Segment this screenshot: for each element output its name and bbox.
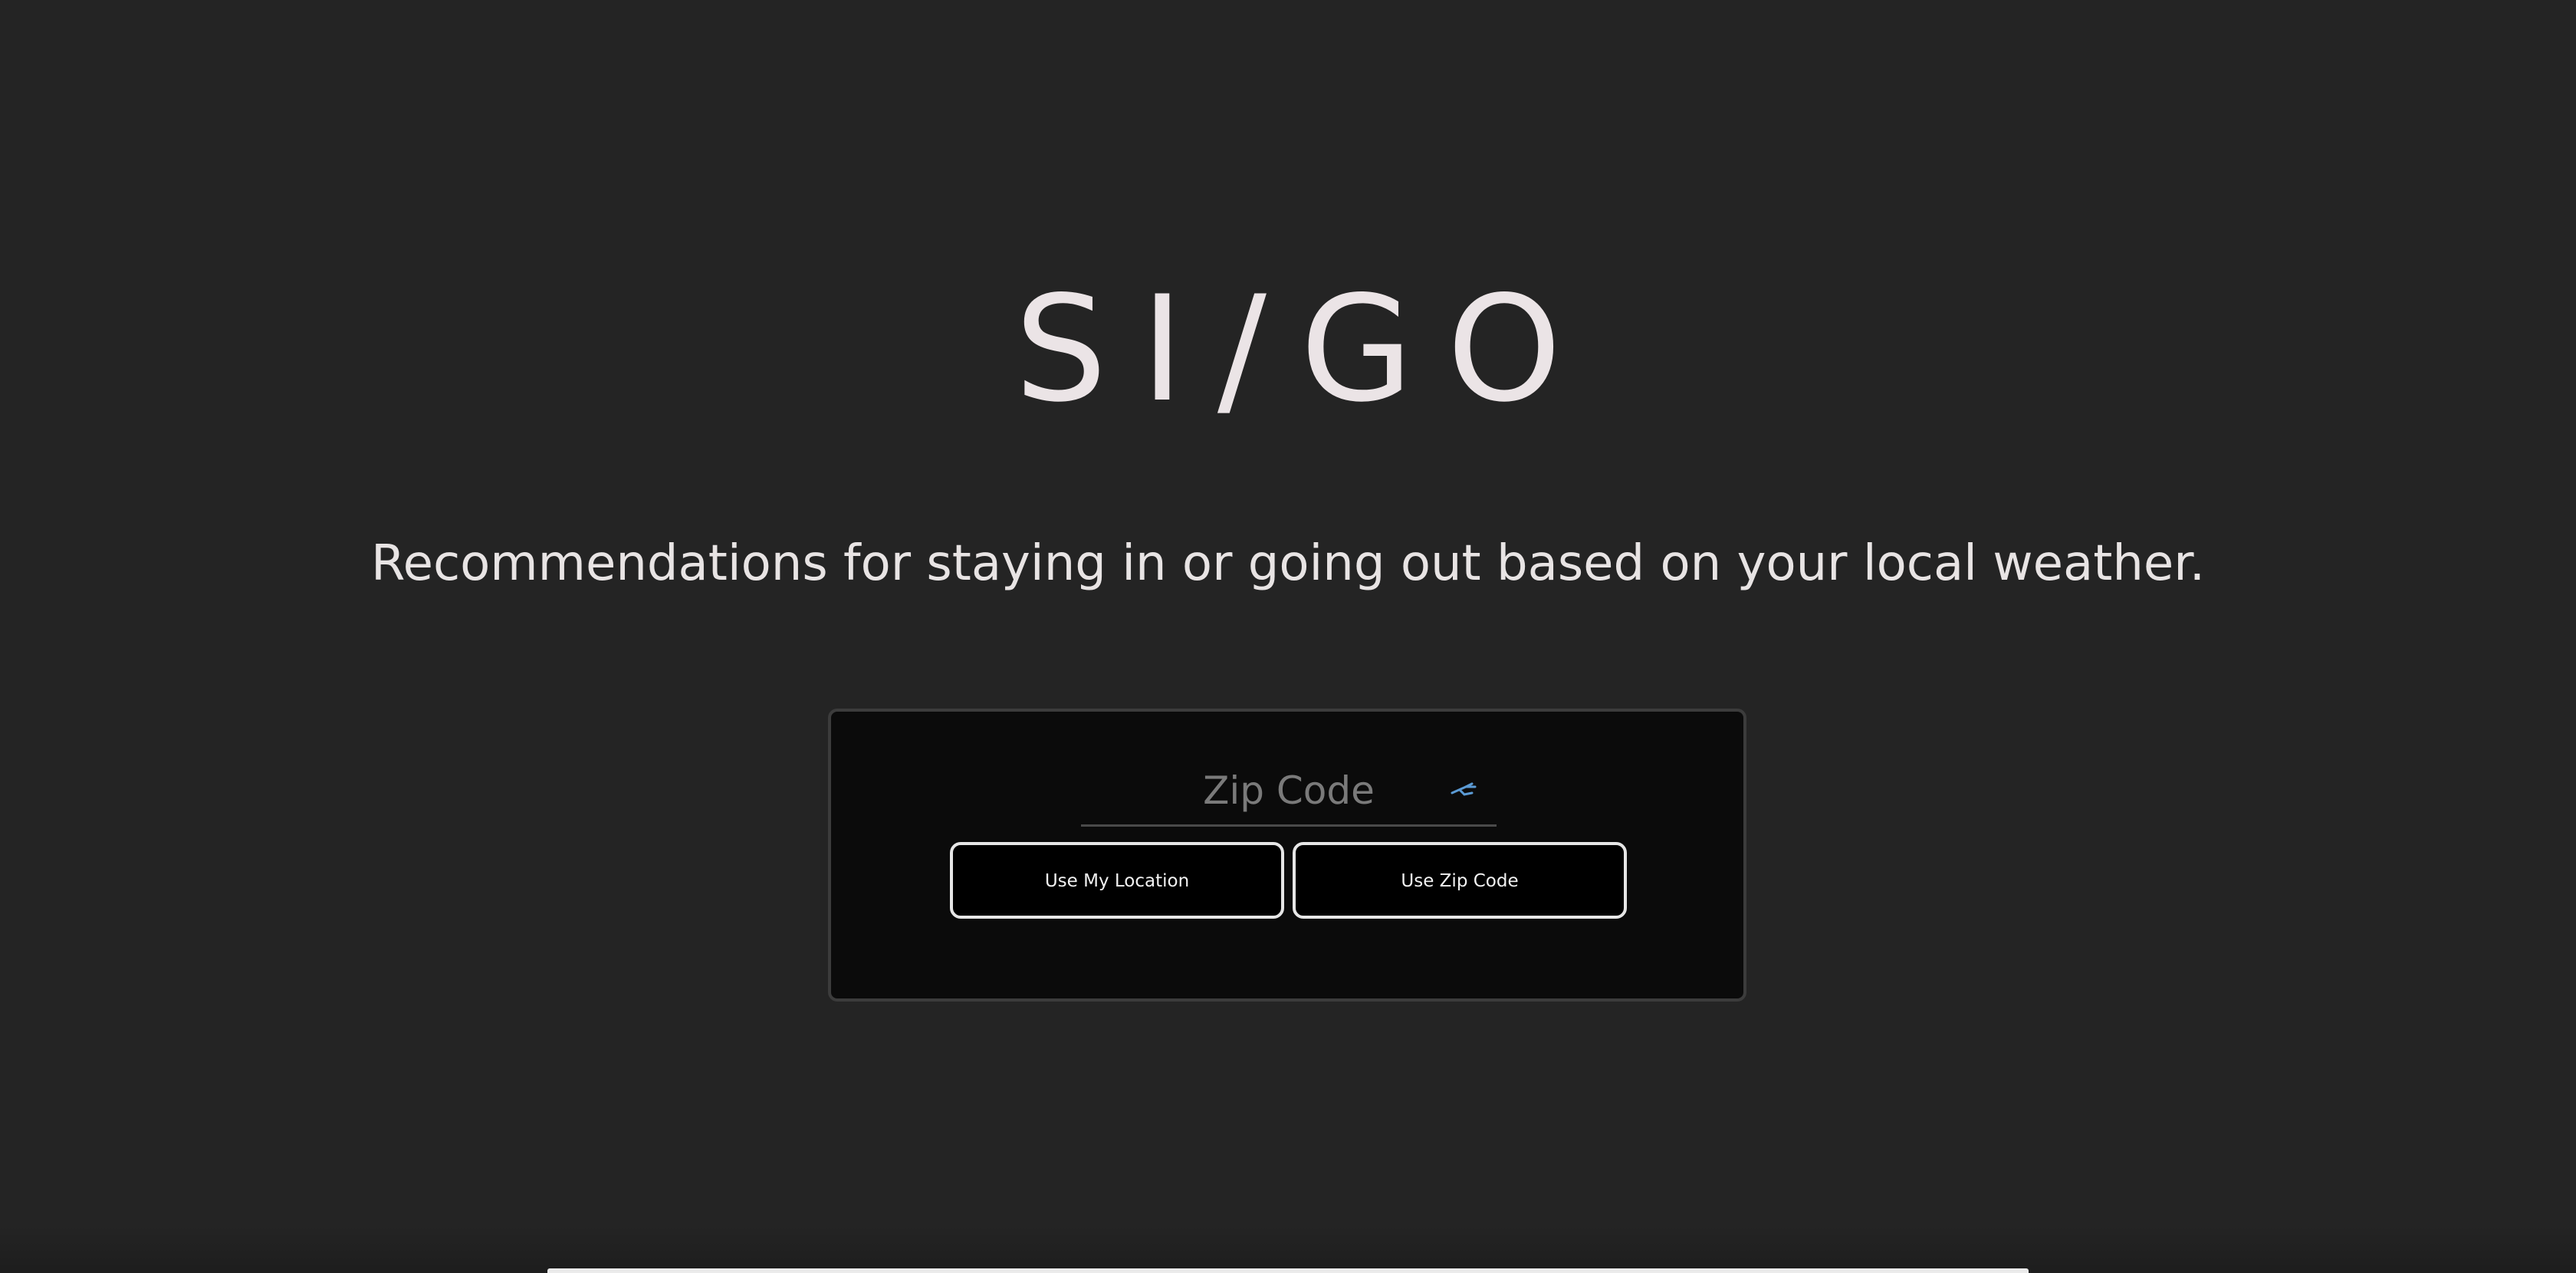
location-form-card: Use My Location Use Zip Code — [828, 709, 1746, 1002]
use-my-location-button[interactable]: Use My Location — [950, 842, 1284, 919]
zip-code-field — [1081, 758, 1497, 827]
autofill-key-icon[interactable] — [1449, 778, 1480, 801]
page: SI/GO Recommendations for staying in or … — [0, 0, 2576, 1273]
zip-code-input[interactable] — [1081, 758, 1497, 824]
bottom-shade — [0, 1224, 2576, 1273]
tagline: Recommendations for staying in or going … — [370, 535, 2206, 592]
use-zip-code-button[interactable]: Use Zip Code — [1293, 842, 1627, 919]
horizontal-scrollbar[interactable] — [547, 1268, 2029, 1273]
logo: SI/GO — [1014, 265, 1595, 434]
